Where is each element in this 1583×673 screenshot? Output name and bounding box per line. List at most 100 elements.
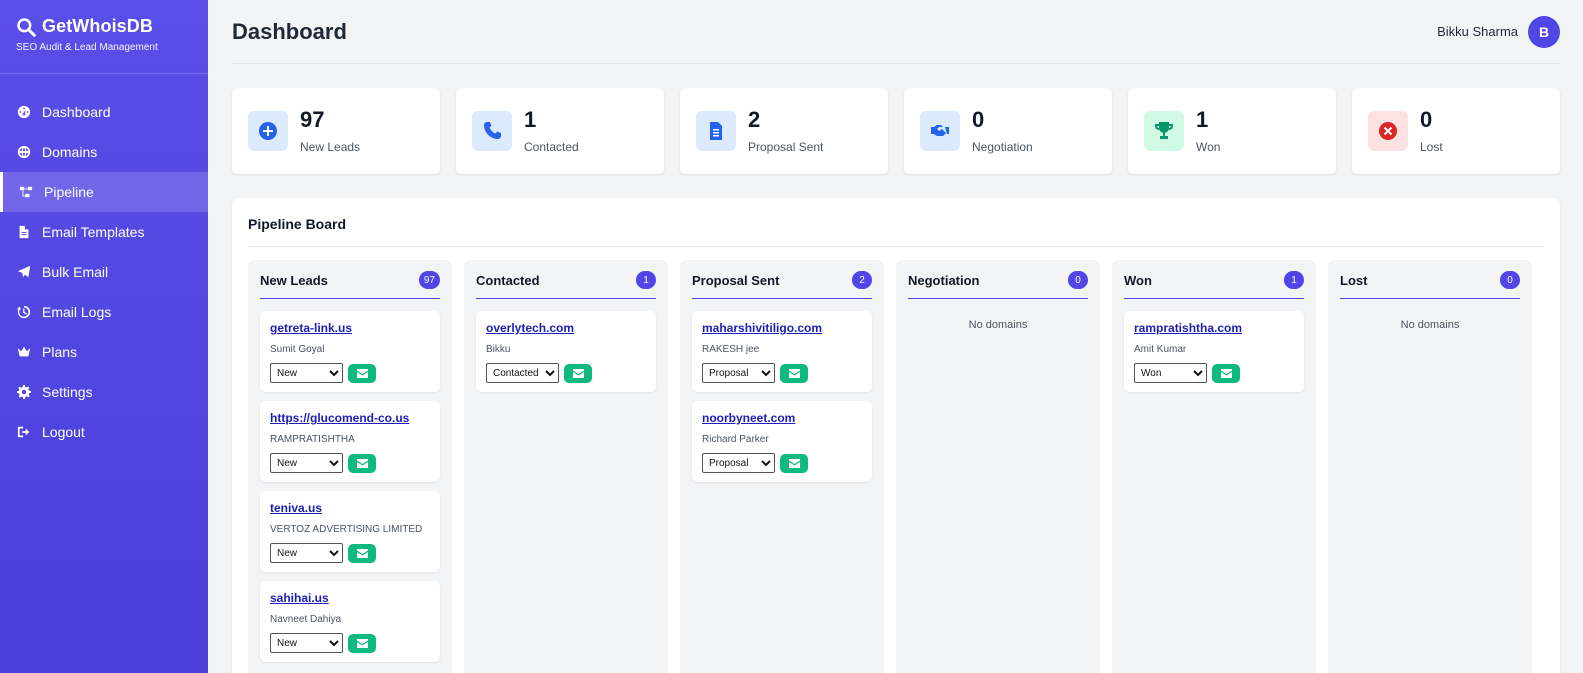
sidebar-item-plans[interactable]: Plans [0, 332, 208, 372]
sidebar-item-pipeline[interactable]: Pipeline [0, 172, 208, 212]
domain-link[interactable]: noorbyneet.com [702, 411, 872, 425]
email-button[interactable] [780, 453, 808, 473]
column-header: Won 1 [1124, 260, 1304, 299]
contact-name: Bikku [486, 344, 511, 355]
lead-card[interactable]: sahihai.us Navneet Dahiya New [260, 581, 440, 662]
column-header: Contacted 1 [476, 260, 656, 299]
sidebar-item-domains[interactable]: Domains [0, 132, 208, 172]
column-won: Won 1 rampratishtha.com Amit Kumar Won [1112, 260, 1316, 673]
stat-label: Contacted [524, 139, 579, 154]
contact-name: RAMPRATISHTHA [270, 434, 355, 445]
email-button[interactable] [564, 363, 592, 383]
user-name: Bikku Sharma [1437, 24, 1518, 39]
column-lost: Lost 0 No domains [1328, 260, 1532, 673]
status-select[interactable]: New [270, 453, 343, 473]
email-button[interactable] [348, 633, 376, 653]
sidebar-item-label: Pipeline [44, 184, 94, 200]
domain-link[interactable]: teniva.us [270, 501, 440, 515]
column-negotiation: Negotiation 0 No domains [896, 260, 1100, 673]
contact-name: VERTOZ ADVERTISING LIMITED [270, 524, 423, 535]
stat-label: Negotiation [972, 139, 1033, 154]
count-badge: 1 [1284, 271, 1304, 289]
stat-card-new-leads: 97 New Leads [232, 88, 440, 174]
status-select[interactable]: Proposal [702, 363, 775, 383]
card-list: rampratishtha.com Amit Kumar Won [1124, 299, 1304, 392]
sidebar-item-dashboard[interactable]: Dashboard [0, 92, 208, 132]
sidebar-item-label: Settings [42, 384, 93, 400]
domain-link[interactable]: getreta-link.us [270, 321, 440, 335]
column-header: Negotiation 0 [908, 260, 1088, 299]
domain-link[interactable]: overlytech.com [486, 321, 656, 335]
domain-link[interactable]: sahihai.us [270, 591, 440, 605]
phone-icon [472, 111, 512, 151]
lead-card[interactable]: maharshivitiligo.com RAKESH jee Proposal [692, 311, 872, 392]
pipeline-columns: New Leads 97 getreta-link.us Sumit Goyal… [248, 260, 1532, 673]
column-title: Won [1124, 272, 1152, 288]
count-badge: 97 [418, 271, 440, 289]
brand-subtitle: SEO Audit & Lead Management [16, 42, 158, 53]
top-bar: Dashboard Bikku Sharma B [232, 0, 1560, 64]
stat-label: Won [1196, 139, 1221, 154]
envelope-icon [572, 368, 584, 378]
status-select[interactable]: New [270, 543, 343, 563]
lead-card[interactable]: rampratishtha.com Amit Kumar Won [1124, 311, 1304, 392]
envelope-icon [356, 638, 368, 648]
stat-value: 0 [1420, 106, 1433, 132]
domain-link[interactable]: maharshivitiligo.com [702, 321, 872, 335]
column-header: New Leads 97 [260, 260, 440, 299]
stat-card-lost: 0 Lost [1352, 88, 1560, 174]
count-badge: 0 [1068, 271, 1088, 289]
lead-card[interactable]: noorbyneet.com Richard Parker Proposal [692, 401, 872, 482]
email-button[interactable] [1212, 363, 1240, 383]
card-list: getreta-link.us Sumit Goyal New https://… [260, 299, 440, 662]
status-select[interactable]: New [270, 633, 343, 653]
column-title: Proposal Sent [692, 272, 780, 288]
lead-card[interactable]: getreta-link.us Sumit Goyal New [260, 311, 440, 392]
stat-label: Proposal Sent [748, 139, 824, 154]
trophy-icon [1144, 111, 1184, 151]
email-button[interactable] [348, 363, 376, 383]
status-select[interactable]: Proposal [702, 453, 775, 473]
status-select[interactable]: Contacted [486, 363, 559, 383]
plus-circle-icon [248, 111, 288, 151]
domain-link[interactable]: https://glucomend-co.us [270, 411, 440, 425]
avatar[interactable]: B [1528, 15, 1560, 48]
lead-card[interactable]: https://glucomend-co.us RAMPRATISHTHA Ne… [260, 401, 440, 482]
empty-state: No domains [968, 319, 1028, 331]
paper-plane-icon [17, 265, 31, 279]
column-title: Negotiation [908, 272, 980, 288]
card-list: overlytech.com Bikku Contacted [476, 299, 656, 392]
sidebar-item-label: Email Logs [42, 304, 112, 320]
search-icon [17, 17, 36, 37]
file-icon [17, 225, 31, 239]
lead-card[interactable]: teniva.us VERTOZ ADVERTISING LIMITED New [260, 491, 440, 572]
contact-name: RAKESH jee [702, 344, 760, 355]
sidebar-nav: Dashboard Domains Pipeline Email Templat… [0, 92, 208, 452]
sidebar-item-label: Plans [42, 344, 78, 360]
user-menu[interactable]: Bikku Sharma B [1437, 15, 1560, 48]
count-badge: 0 [1500, 271, 1520, 289]
empty-state: No domains [1400, 319, 1460, 331]
sidebar-item-bulk-email[interactable]: Bulk Email [0, 252, 208, 292]
sidebar-item-settings[interactable]: Settings [0, 372, 208, 412]
email-button[interactable] [348, 453, 376, 473]
sitemap-icon [19, 185, 33, 199]
board-title: Pipeline Board [248, 216, 347, 232]
email-button[interactable] [348, 543, 376, 563]
status-select[interactable]: New [270, 363, 343, 383]
sidebar-item-label: Logout [42, 424, 85, 440]
sidebar-item-email-templates[interactable]: Email Templates [0, 212, 208, 252]
gear-icon [17, 385, 31, 399]
email-button[interactable] [780, 363, 808, 383]
domain-link[interactable]: rampratishtha.com [1134, 321, 1304, 335]
sidebar-item-logout[interactable]: Logout [0, 412, 208, 452]
sidebar-item-email-logs[interactable]: Email Logs [0, 292, 208, 332]
status-select[interactable]: Won [1134, 363, 1207, 383]
stat-label: New Leads [300, 139, 361, 154]
lead-card[interactable]: overlytech.com Bikku Contacted [476, 311, 656, 392]
card-list: maharshivitiligo.com RAKESH jee Proposal… [692, 299, 872, 482]
crown-icon [17, 345, 31, 359]
sidebar: GetWhoisDB SEO Audit & Lead Management D… [0, 0, 208, 673]
column-title: New Leads [260, 272, 328, 288]
brand: GetWhoisDB SEO Audit & Lead Management [0, 0, 208, 74]
